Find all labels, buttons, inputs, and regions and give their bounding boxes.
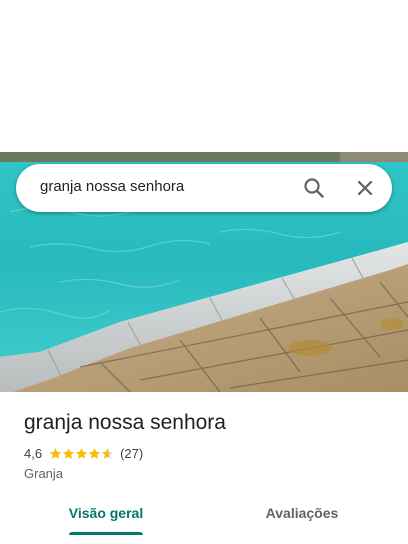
map-blank-area (0, 0, 408, 152)
active-tab-indicator (69, 532, 143, 535)
place-title: granja nossa senhora (24, 411, 226, 434)
tab-overview[interactable]: Visão geral (60, 500, 152, 536)
tab-reviews[interactable]: Avaliações (252, 500, 352, 536)
star-icon (88, 447, 101, 459)
rating-stars (49, 447, 114, 460)
star-icon (49, 447, 62, 459)
rating-row[interactable]: 4,6 (27) (24, 445, 143, 461)
close-icon[interactable] (353, 176, 377, 200)
star-icon (101, 447, 114, 459)
star-icon (62, 447, 75, 459)
place-category[interactable]: Granja (24, 466, 63, 481)
tab-bar: Visão geral Avaliações (0, 500, 408, 544)
search-input[interactable]: granja nossa senhora (40, 178, 184, 195)
star-icon (75, 447, 88, 459)
rating-value: 4,6 (24, 445, 43, 461)
review-count[interactable]: (27) (120, 446, 143, 461)
search-icon[interactable] (302, 176, 326, 200)
search-bar[interactable]: granja nossa senhora (16, 164, 392, 212)
